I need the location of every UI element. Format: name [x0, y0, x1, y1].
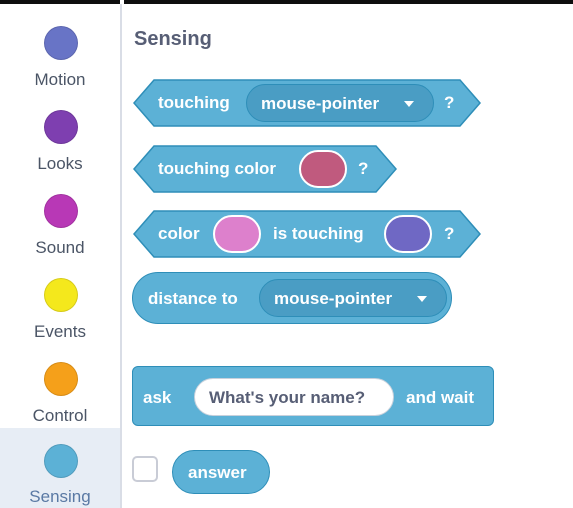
question-mark: ? [358, 159, 369, 178]
block-label: color [158, 224, 200, 243]
palette-heading: Sensing [134, 28, 212, 50]
chevron-down-icon [404, 101, 414, 107]
category-looks[interactable]: Looks [0, 98, 120, 180]
color-swatch[interactable] [299, 150, 347, 188]
block-palette: Sensing touching mouse-pointer ? touchin… [122, 4, 573, 508]
category-sensing[interactable]: Sensing [0, 428, 120, 508]
looks-category-icon [44, 110, 78, 144]
chevron-down-icon [417, 296, 427, 302]
events-category-icon [44, 278, 78, 312]
sound-category-icon [44, 194, 78, 228]
category-control[interactable]: Control [0, 350, 120, 432]
category-label: Looks [37, 154, 83, 173]
block-label: is touching [273, 224, 364, 243]
category-label: Motion [34, 70, 86, 89]
ask-question-input[interactable]: What's your name? [194, 378, 394, 416]
category-sound[interactable]: Sound [0, 182, 120, 264]
answer-monitor-checkbox[interactable] [132, 456, 158, 482]
category-sidebar: Motion Looks Sound Events Control Sensin… [0, 4, 122, 508]
category-events[interactable]: Events [0, 266, 120, 348]
sensing-category-icon [44, 444, 78, 478]
question-mark: ? [444, 93, 455, 112]
block-label: touching color [158, 159, 277, 178]
question-mark: ? [444, 224, 455, 243]
category-motion[interactable]: Motion [0, 14, 120, 96]
category-label: Sensing [29, 487, 91, 506]
block-label: ask [143, 388, 172, 407]
distance-target-dropdown[interactable]: mouse-pointer [259, 279, 447, 317]
block-label: touching [158, 93, 230, 112]
category-label: Events [34, 322, 86, 341]
category-label: Control [32, 406, 88, 425]
block-label: answer [188, 463, 247, 482]
touching-target-dropdown[interactable]: mouse-pointer [246, 84, 434, 122]
dropdown-value: mouse-pointer [261, 94, 380, 113]
block-label: and wait [406, 388, 475, 407]
block-label: distance to [148, 289, 238, 308]
dropdown-value: mouse-pointer [274, 289, 393, 308]
color-swatch[interactable] [384, 215, 432, 253]
category-label: Sound [35, 238, 85, 257]
control-category-icon [44, 362, 78, 396]
color-swatch[interactable] [213, 215, 261, 253]
input-value: What's your name? [209, 388, 366, 407]
motion-category-icon [44, 26, 78, 60]
